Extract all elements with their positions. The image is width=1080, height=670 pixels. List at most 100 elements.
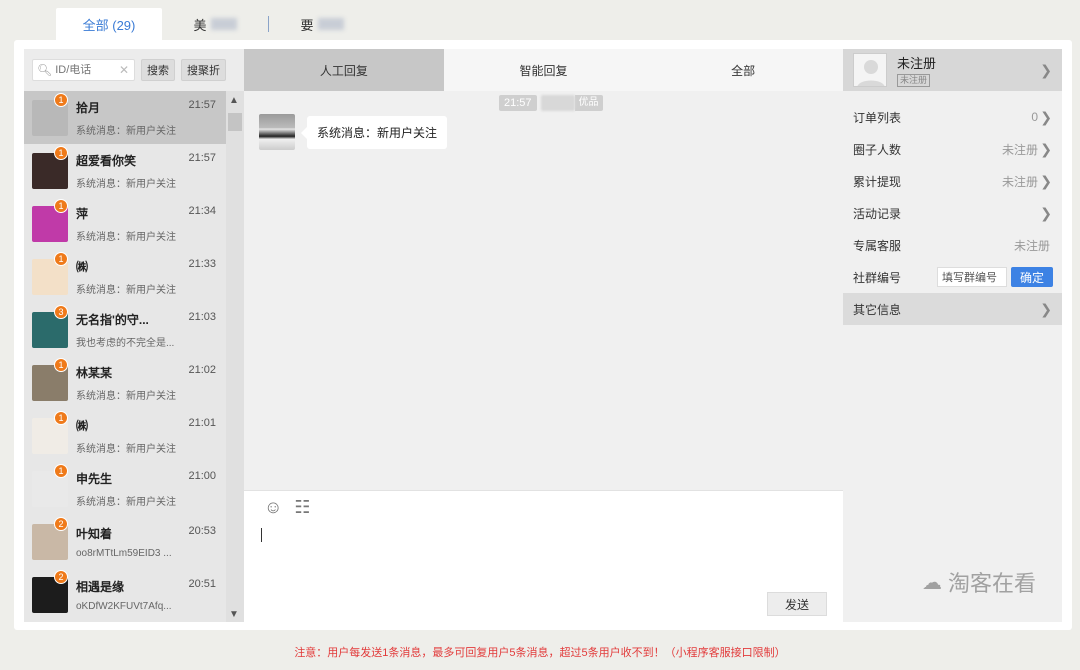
search-input[interactable] — [55, 64, 116, 76]
contact-name: ㈱ — [76, 418, 89, 433]
confirm-button[interactable]: 确定 — [1011, 267, 1053, 287]
watermark: ☁ 淘客在看 — [922, 566, 1036, 598]
contact-name: 无名指'的守... — [76, 312, 149, 327]
conversation-header: ㈱ 21:33 — [76, 258, 216, 275]
list-item[interactable]: 1 林某某 21:02 系统消息：新用户关注 — [24, 356, 226, 409]
profile-info: 未注册 未注册 — [897, 53, 936, 87]
list-item[interactable]: 1 申先生 21:00 系统消息：新用户关注 — [24, 462, 226, 515]
message-time: 21:03 — [188, 310, 216, 323]
conversation-info: 申先生 21:00 系统消息：新用户关注 — [76, 470, 216, 508]
send-button[interactable]: 发送 — [767, 592, 827, 616]
last-message: 系统消息：新用户关注 — [76, 125, 176, 137]
conversation-header: 叶知着 20:53 — [76, 525, 216, 542]
conversation-info: 无名指'的守... 21:03 我也考虑的不完全是... — [76, 311, 216, 349]
list-item[interactable]: 1 ㈱ 21:33 系统消息：新用户关注 — [24, 250, 226, 303]
unread-badge: 1 — [54, 358, 68, 372]
list-item[interactable]: 2 叶知着 20:53 oo8rMTtLm59EID3 ... — [24, 515, 226, 568]
last-message: 系统消息：新用户关注 — [76, 284, 176, 296]
unread-badge: 1 — [54, 146, 68, 160]
conversation-info: 超爱看你笑 21:57 系统消息：新用户关注 — [76, 152, 216, 190]
search-button[interactable]: 搜索 — [141, 59, 175, 81]
unread-badge: 1 — [54, 199, 68, 213]
blur-mask — [317, 18, 344, 30]
emoji-icon[interactable]: ☺ — [264, 497, 282, 518]
contact-name: 相遇是缘 — [76, 579, 125, 594]
conversation-list: 1 拾月 21:57 系统消息：新用户关注 1 超爱看你笑 21:57 系统消息：新用户关注 1… — [24, 91, 226, 622]
list-item[interactable]: 1 ㈱ 21:01 系统消息：新用户关注 — [24, 409, 226, 462]
tab-3[interactable]: 要 — [269, 8, 375, 40]
list-item[interactable]: 3 无名指'的守... 21:03 我也考虑的不完全是... — [24, 303, 226, 356]
scroll-thumb[interactable] — [228, 113, 242, 131]
scroll-down-icon[interactable]: ▼ — [229, 609, 239, 620]
row-group-number: 社群编号 确定 — [843, 261, 1062, 293]
conversation-info: 萍 21:34 系统消息：新用户关注 — [76, 205, 216, 243]
search-icon: 🔍︎ — [37, 63, 53, 77]
text-input-caret[interactable] — [261, 528, 262, 542]
quick-reply-icon[interactable]: ☷ — [294, 497, 310, 518]
row-circle-members[interactable]: 圈子人数 未注册 ❯ — [843, 133, 1062, 165]
row-label: 累计提现 — [853, 174, 902, 189]
row-orders[interactable]: 订单列表 0 ❯ — [843, 101, 1062, 133]
last-message: 系统消息：新用户关注 — [76, 178, 176, 190]
list-item[interactable]: 1 拾月 21:57 系统消息：新用户关注 — [24, 91, 226, 144]
last-message: 系统消息：新用户关注 — [76, 443, 176, 455]
avatar — [853, 53, 887, 87]
row-label: 圈子人数 — [853, 142, 902, 157]
contact-name: 叶知着 — [76, 526, 113, 541]
clear-icon[interactable]: ✕ — [119, 63, 129, 77]
chevron-right-icon: ❯ — [1040, 300, 1052, 317]
list-item[interactable]: 2 相遇是缘 20:51 oKDfW2KFUVt7Afq... — [24, 568, 226, 621]
contact-name: 申先生 — [76, 471, 113, 486]
contact-name: 林某某 — [76, 365, 113, 380]
unread-badge: 3 — [54, 305, 68, 319]
unread-badge: 1 — [54, 93, 68, 107]
unread-badge: 2 — [54, 517, 68, 531]
blur-mask — [540, 95, 575, 111]
row-value: 0 — [1031, 110, 1038, 124]
message-time: 21:01 — [188, 416, 216, 429]
notice-text: 注意：用户每发送1条消息，最多可回复用户5条消息，超过5条用户收不到！（小程序客… — [294, 647, 786, 659]
main-frame: 🔍︎ ✕ 搜索 搜聚折 1 拾月 21:57 系统消息：新用户关注 1 超爱看你笑 21:5… — [14, 40, 1072, 630]
conversation-info: ㈱ 21:33 系统消息：新用户关注 — [76, 258, 216, 296]
conversation-info: 叶知着 20:53 oo8rMTtLm59EID3 ... — [76, 525, 216, 559]
row-dedicated-service: 专属客服 未注册 — [843, 229, 1062, 261]
profile-header[interactable]: 未注册 未注册 ❯ — [843, 49, 1062, 91]
search-box[interactable]: 🔍︎ ✕ — [32, 59, 135, 81]
scrollbar[interactable]: ▲ ▼ — [226, 91, 244, 622]
chat-tabs: 人工回复 智能回复 全部 — [244, 49, 843, 91]
timestamp: 21:57 优品 — [499, 95, 603, 111]
chevron-right-icon: ❯ — [1040, 61, 1052, 78]
contact-name: 超爱看你笑 — [76, 153, 137, 168]
row-value: 未注册 — [1001, 174, 1038, 189]
row-activity-log[interactable]: 活动记录 ❯ — [843, 197, 1062, 229]
scroll-up-icon[interactable]: ▲ — [229, 95, 239, 106]
last-message: oKDfW2KFUVt7Afq... — [76, 600, 172, 612]
row-label: 活动记录 — [853, 206, 902, 221]
conversation-header: 萍 21:34 — [76, 205, 216, 222]
profile-name: 未注册 — [897, 56, 937, 71]
message-time: 21:57 — [188, 98, 216, 111]
chat-history: 21:57 优品 系统消息：新用户关注 — [244, 91, 843, 490]
tab-all-replies[interactable]: 全部 — [643, 49, 843, 91]
conversation-header: 申先生 21:00 — [76, 470, 216, 487]
collapse-search-button[interactable]: 搜聚折 — [181, 59, 226, 81]
row-withdrawals[interactable]: 累计提现 未注册 ❯ — [843, 165, 1062, 197]
message-time: 21:00 — [188, 469, 216, 482]
list-item[interactable]: 1 萍 21:34 系统消息：新用户关注 — [24, 197, 226, 250]
row-label: 专属客服 — [853, 238, 902, 253]
tab-all[interactable]: 全部 (29) — [56, 8, 162, 40]
group-number-input[interactable] — [937, 267, 1007, 287]
chat-panel: 人工回复 智能回复 全部 21:57 优品 系统消息：新用户关注 ☺ ☷ 发送 — [244, 49, 843, 622]
tab-smart-reply[interactable]: 智能回复 — [444, 49, 644, 91]
message-time: 21:02 — [188, 363, 216, 376]
contact-name: ㈱ — [76, 259, 89, 274]
list-item[interactable]: 1 超爱看你笑 21:57 系统消息：新用户关注 — [24, 144, 226, 197]
conversation-panel: 🔍︎ ✕ 搜索 搜聚折 1 拾月 21:57 系统消息：新用户关注 1 超爱看你笑 21:5… — [24, 49, 244, 622]
tab-2[interactable]: 美 — [162, 8, 268, 40]
top-tabs: 全部 (29) 美 要 — [56, 8, 375, 40]
last-message: 系统消息：新用户关注 — [76, 496, 176, 508]
chevron-right-icon: ❯ — [1040, 140, 1052, 157]
row-other-info[interactable]: 其它信息 ❯ — [843, 293, 1062, 325]
profile-tag: 未注册 — [897, 74, 931, 87]
tab-manual-reply[interactable]: 人工回复 — [244, 49, 444, 91]
